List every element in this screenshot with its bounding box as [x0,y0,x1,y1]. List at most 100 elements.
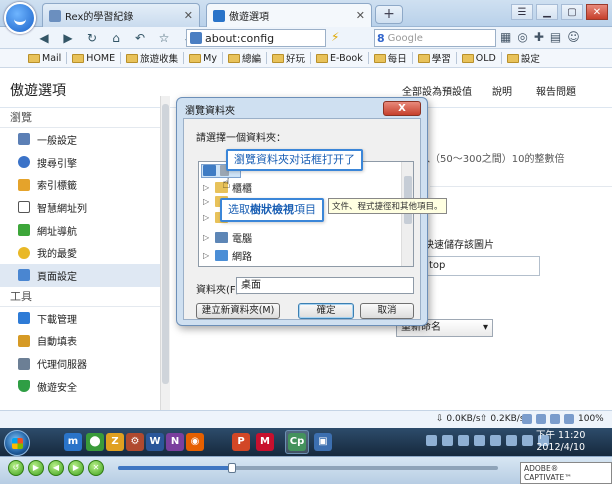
taskbar-clock[interactable]: 下午 11:20 2012/4/10 [536,430,585,454]
tray-icon[interactable] [474,435,485,446]
save-path-input[interactable]: top [424,256,540,276]
sidebar-item-favorites[interactable]: 我的最愛 [0,241,160,264]
tray-icon[interactable] [426,435,437,446]
tray-icon[interactable] [490,435,501,446]
minimize-button[interactable]: ▁ [536,4,558,20]
tray-icon[interactable] [458,435,469,446]
forward-button[interactable]: ▶ [68,460,84,476]
extensions-icon[interactable]: ✚ [534,30,544,44]
home-icon[interactable]: ⌂ [108,31,124,45]
user-icon[interactable]: ☺ [567,30,580,44]
tool-taskbar-icon[interactable]: ⚙ [126,433,144,451]
tab-close-icon[interactable]: ✕ [184,9,193,22]
sidebar-item-search-engine[interactable]: 搜尋引擎 [0,151,160,174]
refresh-icon[interactable]: ↻ [84,31,100,45]
callout-select-tree: 选取樹狀檢視項目 [220,198,324,222]
back-to-start-button[interactable]: ◀ [48,460,64,476]
lightning-icon[interactable]: ⚡ [331,30,339,44]
forward-icon[interactable]: ▶ [60,31,76,45]
maximize-button[interactable]: ▢ [561,4,583,20]
app-taskbar-icon[interactable]: ▣ [314,433,332,451]
search-box[interactable]: 8 Google [374,29,496,47]
scrollbar-thumb[interactable] [162,104,169,384]
tray-icon[interactable] [442,435,453,446]
sidebar-item-general[interactable]: 一般設定 [0,128,160,151]
sidebar-item-page-settings[interactable]: 頁面設定 [0,264,160,287]
screenshot-icon[interactable]: ▦ [500,30,511,44]
address-bar[interactable]: about:config [186,29,326,47]
status-app-icon[interactable] [550,414,560,424]
expand-icon[interactable]: ▷ [203,233,211,242]
ok-button[interactable]: 確定 [298,303,354,319]
new-tab-button[interactable]: + [375,5,403,24]
expand-icon[interactable]: ▷ [203,197,211,206]
firefox-taskbar-icon[interactable]: ◉ [186,433,204,451]
help-link[interactable]: 說明 [492,83,512,98]
playback-progress[interactable] [118,463,498,473]
tab-close-icon[interactable]: ✕ [356,9,365,22]
menu-icon[interactable]: ☰ [511,4,533,20]
folder-icon [316,53,328,63]
bookmark-folder[interactable]: Mail [28,53,61,64]
sidebar-item-navigation[interactable]: 網址導航 [0,219,160,242]
ppt-taskbar-icon[interactable]: P [232,433,250,451]
report-issue-link[interactable]: 報告問題 [536,83,576,98]
sidebar-item-proxy[interactable]: 代理伺服器 [0,352,160,375]
progress-knob[interactable] [228,463,236,473]
exit-button[interactable]: ✕ [88,460,104,476]
search-engine-icon[interactable]: 8 [377,32,385,45]
folder-input[interactable]: 桌面 [236,277,414,294]
sidebar-item-tabs[interactable]: 索引標籤 [0,173,160,196]
search-input[interactable]: Google [388,33,423,44]
zoom-taskbar-icon[interactable]: Z [106,433,124,451]
sidebar-item-downloads[interactable]: 下載管理 [0,307,160,330]
sidebar-item-smart-address[interactable]: 智慧網址列 [0,196,160,219]
maxthon-taskbar-icon[interactable]: m [64,433,82,451]
camera-icon[interactable]: ◎ [517,30,527,44]
bookmark-folder[interactable]: 每日 [373,51,407,65]
bookmark-folder[interactable]: OLD [461,53,496,64]
bookmark-folder[interactable]: My [189,53,217,64]
bookmark-folder[interactable]: HOME [72,53,115,64]
expand-icon[interactable]: ▷ [203,213,211,222]
tray-icon[interactable] [522,435,533,446]
tray-icon[interactable] [506,435,517,446]
sidebar-item-security[interactable]: 傲遊安全 [0,375,160,398]
dialog-close-button[interactable]: X [383,101,421,116]
bookmark-folder[interactable]: 好玩 [271,51,305,65]
onenote-taskbar-icon[interactable]: N [166,433,184,451]
tree-node-network[interactable]: ▷ 網路 [203,248,252,263]
bookmark-folder[interactable]: E-Book [316,53,363,64]
reset-all-link[interactable]: 全部設為預設值 [402,83,472,98]
status-app-icon[interactable] [536,414,546,424]
favorites-icon[interactable]: ☆ [156,31,172,45]
bookmark-folder[interactable]: 旅遊收集 [126,51,178,65]
status-app-icon[interactable] [564,414,574,424]
undo-icon[interactable]: ↶ [132,31,148,45]
media-taskbar-icon[interactable]: M [256,433,274,451]
back-icon[interactable]: ◀ [36,31,52,45]
sidebar-item-autofill[interactable]: 自動填表 [0,330,160,353]
tree-node-computer[interactable]: ▷ 電腦 [203,230,252,245]
toolbox-icon[interactable]: ▤ [550,30,561,44]
sidebar-scrollbar[interactable] [160,96,170,410]
bookmark-folder[interactable]: 設定 [506,51,540,65]
cancel-button[interactable]: 取消 [360,303,414,319]
tree-scrollbar[interactable] [401,162,413,266]
new-folder-button[interactable]: 建立新資料夾(M) [196,303,280,319]
chrome-taskbar-icon[interactable]: ⬤ [86,433,104,451]
status-app-icon[interactable] [522,414,532,424]
expand-icon[interactable]: ▷ [203,251,211,260]
expand-icon[interactable]: ▷ [203,183,211,192]
tab-rex-blog[interactable]: Rex的學習紀錄 ✕ [42,3,200,27]
close-window-button[interactable]: ✕ [586,4,608,20]
play-button[interactable]: ▶ [28,460,44,476]
bookmark-folder[interactable]: 學習 [417,51,451,65]
bookmark-folder[interactable]: 總編 [227,51,261,65]
zoom-level[interactable]: 100% [578,414,604,424]
start-button[interactable] [4,430,30,456]
maxthon-logo-icon[interactable] [4,2,36,34]
tab-options[interactable]: 傲遊選項 ✕ [206,3,372,27]
word-taskbar-icon[interactable]: W [146,433,164,451]
rewind-button[interactable]: ↺ [8,460,24,476]
